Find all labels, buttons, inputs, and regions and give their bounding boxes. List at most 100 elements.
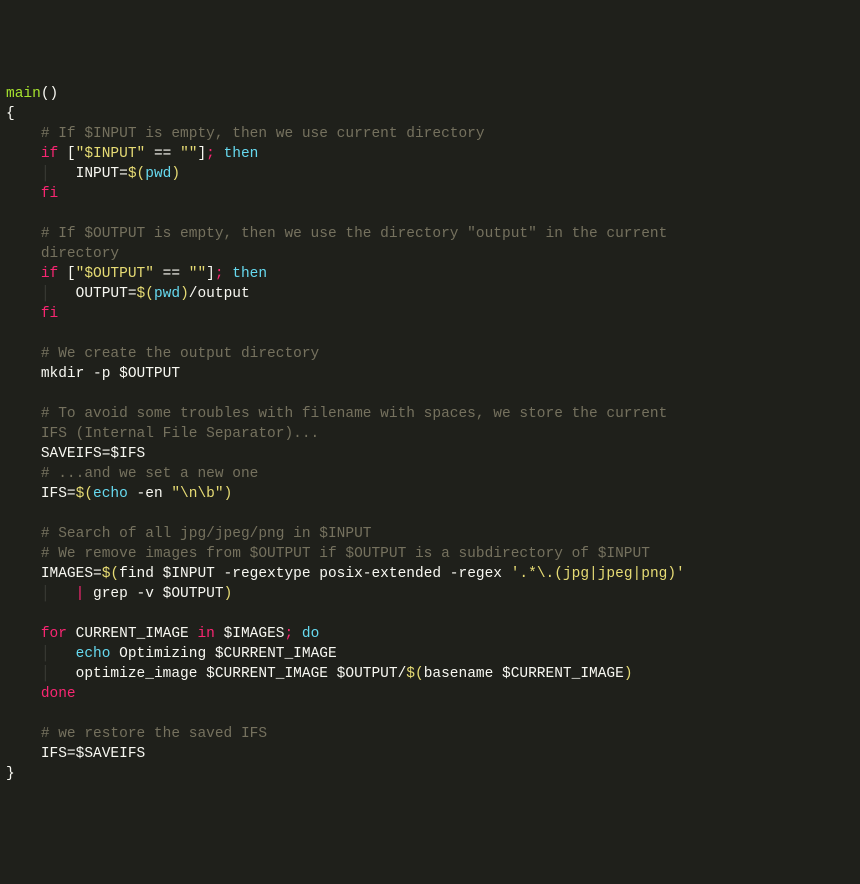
code-token	[6, 426, 41, 442]
code-line	[6, 604, 860, 624]
code-line	[6, 204, 860, 224]
code-token: # Search of all jpg/jpeg/png in $INPUT	[41, 526, 372, 542]
code-token: $(	[102, 566, 119, 582]
code-token	[6, 186, 41, 202]
code-token: ""	[189, 266, 206, 282]
code-line: if ["$INPUT" == ""]; then	[6, 144, 860, 164]
code-token: ;	[284, 626, 301, 642]
code-token	[6, 266, 41, 282]
code-line: │ INPUT=$(pwd)	[6, 164, 860, 184]
code-token	[6, 306, 41, 322]
code-token: # we restore the saved IFS	[41, 726, 267, 742]
code-token: pwd	[145, 166, 171, 182]
code-line: │ optimize_image $CURRENT_IMAGE $OUTPUT/…	[6, 664, 860, 684]
code-line	[6, 504, 860, 524]
code-token: IFS=$SAVEIFS	[41, 746, 145, 762]
code-token: ""	[180, 146, 197, 162]
code-token: then	[224, 146, 259, 162]
code-token	[6, 466, 41, 482]
code-token	[6, 686, 41, 702]
code-token: │	[41, 646, 76, 662]
code-token: ;	[215, 266, 232, 282]
code-line: # To avoid some troubles with filename w…	[6, 404, 860, 424]
code-token	[6, 746, 41, 762]
code-token: {	[6, 106, 15, 122]
code-line: # We create the output directory	[6, 344, 860, 364]
code-line: │ echo Optimizing $CURRENT_IMAGE	[6, 644, 860, 664]
code-token: ]	[206, 266, 215, 282]
code-token: "$INPUT"	[76, 146, 146, 162]
code-editor[interactable]: main() { # If $INPUT is empty, then we us…	[0, 84, 860, 784]
code-token: fi	[41, 306, 58, 322]
code-token: $(	[406, 666, 423, 682]
code-token: IFS (Internal File Separator)...	[41, 426, 319, 442]
code-token	[6, 126, 41, 142]
code-token: then	[232, 266, 267, 282]
code-token: ;	[206, 146, 223, 162]
code-token: do	[302, 626, 319, 642]
code-token	[6, 346, 41, 362]
code-token	[6, 446, 41, 462]
code-token: # We remove images from $OUTPUT if $OUTP…	[41, 546, 650, 562]
code-token: '.*\.(jpg|jpeg|png)'	[511, 566, 685, 582]
code-line: # Search of all jpg/jpeg/png in $INPUT	[6, 524, 860, 544]
code-token: find $INPUT -regextype posix-extended -r…	[119, 566, 511, 582]
code-line: IFS=$SAVEIFS	[6, 744, 860, 764]
code-line: # We remove images from $OUTPUT if $OUTP…	[6, 544, 860, 564]
code-token: IMAGES=	[41, 566, 102, 582]
code-token: $IMAGES	[224, 626, 285, 642]
code-token: # We create the output directory	[41, 346, 319, 362]
code-line: # ...and we set a new one	[6, 464, 860, 484]
code-token: ]	[197, 146, 206, 162]
code-token: $(	[76, 486, 93, 502]
code-token: $(	[128, 166, 145, 182]
code-token: done	[41, 686, 76, 702]
code-token: pwd	[154, 286, 180, 302]
code-token: ==	[154, 266, 189, 282]
code-token	[6, 626, 41, 642]
code-line: IFS=$(echo -en "\n\b")	[6, 484, 860, 504]
code-token: "\n\b"	[171, 486, 223, 502]
code-token: # ...and we set a new one	[41, 466, 259, 482]
code-token	[6, 726, 41, 742]
code-line: done	[6, 684, 860, 704]
code-line: {	[6, 104, 860, 124]
code-token: grep -v $OUTPUT	[84, 586, 223, 602]
code-line: # If $OUTPUT is empty, then we use the d…	[6, 224, 860, 244]
code-token: # If $OUTPUT is empty, then we use the d…	[41, 226, 676, 242]
code-token	[6, 366, 41, 382]
code-block: main() { # If $INPUT is empty, then we us…	[6, 84, 860, 784]
code-token	[6, 406, 41, 422]
code-token: CURRENT_IMAGE	[76, 626, 198, 642]
code-token: main	[6, 86, 41, 102]
code-token: /output	[189, 286, 250, 302]
code-line: IFS (Internal File Separator)...	[6, 424, 860, 444]
code-token: [	[67, 266, 76, 282]
code-token: )	[171, 166, 180, 182]
code-line	[6, 324, 860, 344]
code-token	[6, 226, 41, 242]
code-line	[6, 704, 860, 724]
code-token: if	[41, 146, 67, 162]
code-token: │	[41, 166, 76, 182]
code-token: echo	[93, 486, 128, 502]
code-line: if ["$OUTPUT" == ""]; then	[6, 264, 860, 284]
code-line: main()	[6, 84, 860, 104]
code-token	[6, 286, 41, 302]
code-token: }	[6, 766, 15, 782]
code-token: )	[624, 666, 633, 682]
code-token: )	[224, 586, 233, 602]
code-token: )	[180, 286, 189, 302]
code-token: in	[197, 626, 223, 642]
code-token: │	[41, 586, 76, 602]
code-token: Optimizing $CURRENT_IMAGE	[110, 646, 336, 662]
code-token	[6, 166, 41, 182]
code-line: for CURRENT_IMAGE in $IMAGES; do	[6, 624, 860, 644]
code-token	[6, 586, 41, 602]
code-token	[6, 246, 41, 262]
code-token: fi	[41, 186, 58, 202]
code-token: # If $INPUT is empty, then we use curren…	[41, 126, 485, 142]
code-line: # we restore the saved IFS	[6, 724, 860, 744]
code-token: ()	[41, 86, 58, 102]
code-line: directory	[6, 244, 860, 264]
